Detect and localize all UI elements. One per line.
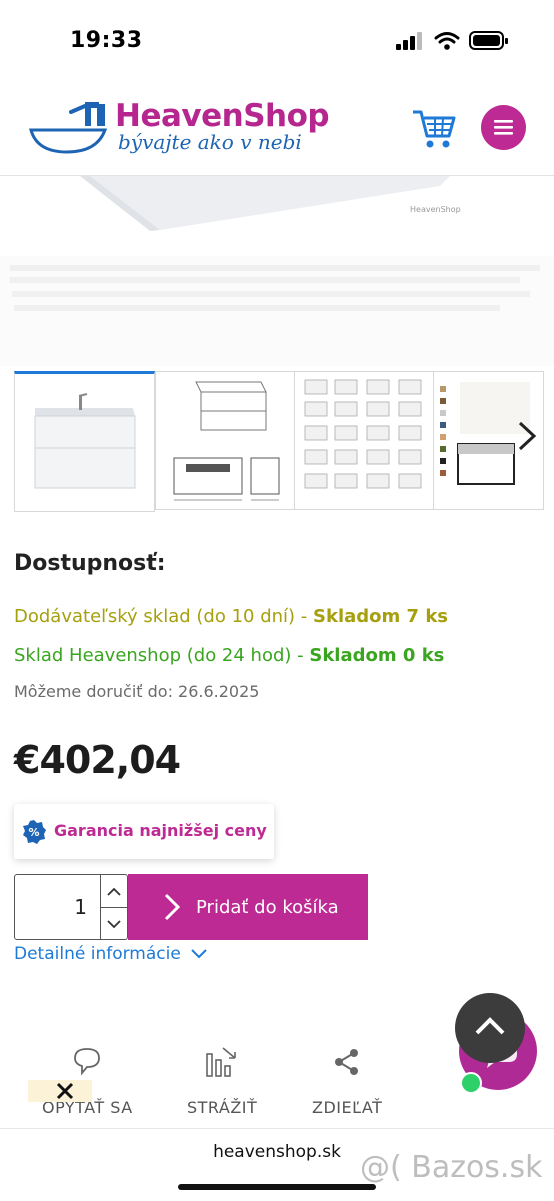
details-link-label: Detailné informácie	[14, 944, 181, 964]
supplier-stock-value: Skladom 7 ks	[313, 606, 449, 627]
percent-badge-icon: %	[22, 820, 46, 844]
signal-icon	[396, 32, 422, 50]
add-to-cart-label: Pridať do košíka	[196, 897, 339, 918]
details-link[interactable]: Detailné informácie	[14, 944, 208, 964]
battery-icon	[469, 31, 508, 50]
watch-action-label[interactable]: STRÁŽIŤ	[187, 1098, 257, 1117]
thumbnail-1[interactable]	[14, 371, 155, 512]
brand-name[interactable]: HeavenShop	[115, 98, 330, 134]
product-price: €402,04	[14, 738, 181, 782]
availability-heading: Dostupnosť:	[14, 551, 166, 576]
product-main-image[interactable]: HeavenShop	[0, 176, 554, 366]
status-time: 19:33	[70, 28, 143, 53]
cart-icon[interactable]	[411, 108, 457, 150]
chevron-right-icon	[164, 893, 181, 921]
chevron-up-icon	[475, 1017, 505, 1035]
thumbnail-strip	[14, 371, 544, 512]
logo-sink-icon[interactable]	[27, 96, 111, 156]
share-action-label[interactable]: ZDIEĽAŤ	[312, 1098, 382, 1117]
chevron-down-icon	[191, 949, 207, 959]
stepper-up-icon[interactable]	[104, 882, 124, 902]
shop-stock-value: Skladom 0 ks	[309, 645, 445, 666]
wifi-icon	[434, 32, 460, 50]
brand-slogan: bývajte ako v nebi	[118, 130, 302, 154]
thumbnail-image	[173, 381, 280, 501]
speech-bubble-icon[interactable]	[71, 1046, 103, 1076]
chevron-right-icon[interactable]	[512, 419, 540, 453]
stepper-divider-horizontal	[100, 907, 128, 908]
shop-stock-line: Sklad Heavenshop (do 24 hod) - Skladom 0…	[14, 645, 444, 666]
thumbnail-3[interactable]	[294, 371, 434, 510]
delivery-date: Môžeme doručiť do: 26.6.2025	[14, 682, 260, 701]
supplier-stock-line: Dodávateľský sklad (do 10 dní) - Skladom…	[14, 606, 448, 627]
product-image: HeavenShop	[0, 176, 554, 366]
close-icon[interactable]	[55, 1081, 75, 1101]
shop-stock-label: Sklad Heavenshop (do 24 hod) -	[14, 645, 310, 666]
share-icon[interactable]	[334, 1048, 360, 1076]
quantity-input[interactable]: 1	[14, 895, 87, 919]
bazos-watermark: @( Bazos.sk	[360, 1150, 543, 1185]
menu-button[interactable]	[481, 105, 526, 150]
percent-badge-text: %	[28, 826, 39, 839]
home-indicator	[178, 1184, 376, 1190]
image-watermark: HeavenShop	[410, 205, 461, 214]
thumbnail-image	[304, 379, 422, 489]
price-watch-icon[interactable]	[205, 1046, 239, 1078]
thumbnail-2[interactable]	[155, 371, 295, 510]
hamburger-icon	[494, 120, 513, 135]
scroll-to-top-button[interactable]	[455, 993, 525, 1063]
supplier-stock-label: Dodávateľský sklad (do 10 dní) -	[14, 606, 314, 627]
thumbnail-image	[34, 393, 136, 489]
stepper-down-icon[interactable]	[104, 914, 124, 934]
price-guarantee-label: Garancia najnižšej ceny	[54, 821, 267, 840]
online-status-dot	[460, 1072, 482, 1094]
